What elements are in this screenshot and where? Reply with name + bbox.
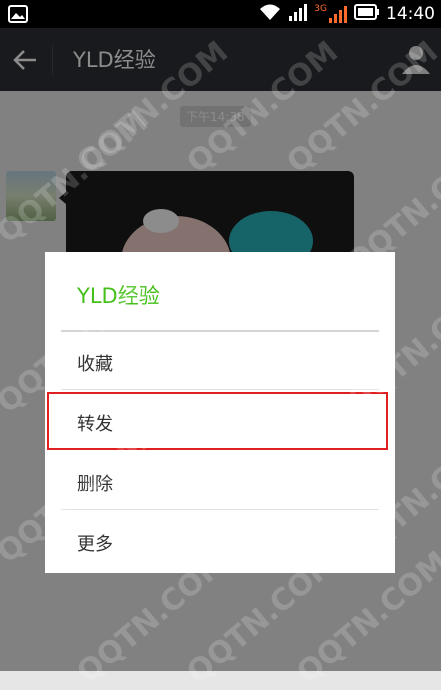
- status-bar: 3G 14:40: [0, 0, 441, 28]
- wifi-icon: [258, 2, 282, 26]
- signal-3g-icon: 3G: [314, 4, 348, 24]
- menu-item-label: 更多: [77, 534, 113, 555]
- status-time: 14:40: [386, 4, 435, 24]
- dialog-title: YLD经验: [77, 284, 160, 308]
- menu-item-favorite[interactable]: 收藏: [61, 332, 379, 390]
- menu-item-label: 删除: [77, 474, 113, 495]
- battery-icon: [354, 3, 380, 25]
- gallery-notification-icon: [8, 4, 28, 28]
- menu-item-label: 收藏: [77, 354, 113, 375]
- forward-highlight-box: [47, 392, 388, 450]
- network-type-label: 3G: [314, 4, 327, 14]
- menu-divider: [61, 389, 379, 390]
- menu-item-more[interactable]: 更多: [61, 512, 379, 570]
- signal-icon: [288, 2, 308, 26]
- menu-item-delete[interactable]: 删除: [61, 452, 379, 510]
- status-icons: 3G 14:40: [258, 0, 435, 28]
- menu-divider: [61, 509, 379, 510]
